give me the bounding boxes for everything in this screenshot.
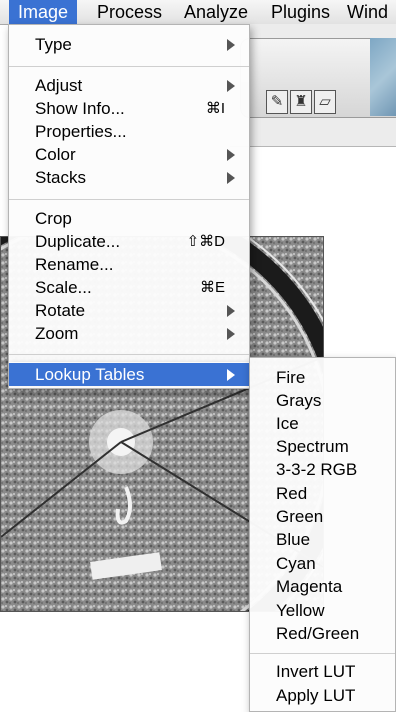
menu-bar: Image Process Analyze Plugins Wind bbox=[0, 0, 396, 25]
submenu-arrow-icon bbox=[227, 39, 235, 51]
menu-window[interactable]: Wind bbox=[347, 0, 388, 24]
menu-item-label: Scale... bbox=[35, 278, 92, 297]
menu-item-properties[interactable]: Properties... bbox=[9, 120, 249, 143]
submenu-arrow-icon bbox=[227, 172, 235, 184]
submenu-item-ice[interactable]: Ice bbox=[250, 412, 395, 435]
menu-item-label: Stacks bbox=[35, 168, 87, 187]
menu-item-crop[interactable]: Crop bbox=[9, 207, 249, 230]
submenu-item-label: Ice bbox=[276, 414, 299, 433]
menu-item-shortcut: ⌘I bbox=[205, 100, 225, 117]
menu-plugins[interactable]: Plugins bbox=[271, 0, 330, 24]
submenu-item-label: Yellow bbox=[276, 601, 325, 620]
menu-separator bbox=[9, 354, 249, 355]
toolbar-background-image bbox=[370, 38, 396, 116]
menu-item-stacks[interactable]: Stacks bbox=[9, 166, 249, 189]
menu-item-adjust[interactable]: Adjust bbox=[9, 74, 249, 97]
submenu-item-label: Cyan bbox=[276, 554, 316, 573]
submenu-item-blue[interactable]: Blue bbox=[250, 528, 395, 551]
menu-item-type[interactable]: Type bbox=[9, 33, 249, 56]
submenu-item-label: Green bbox=[276, 507, 324, 526]
submenu-arrow-icon bbox=[227, 369, 235, 381]
submenu-item-green[interactable]: Green bbox=[250, 505, 395, 528]
menu-item-label: Rename... bbox=[35, 255, 114, 274]
image-menu: Type Adjust Show Info... ⌘I Properties..… bbox=[8, 24, 250, 364]
submenu-arrow-icon bbox=[227, 305, 235, 317]
submenu-arrow-icon bbox=[227, 328, 235, 340]
submenu-item-label: Fire bbox=[276, 368, 306, 387]
brush-icon[interactable]: ♜ bbox=[290, 90, 312, 114]
submenu-item-red[interactable]: Red bbox=[250, 482, 395, 505]
submenu-arrow-icon bbox=[227, 80, 235, 92]
menu-separator bbox=[9, 66, 249, 67]
menu-item-label: Type bbox=[35, 35, 72, 54]
imagej-toolbar-window: ✎ ♜ ▱ bbox=[230, 24, 396, 147]
image-menu-lower: Lookup Tables bbox=[8, 362, 250, 389]
submenu-item-label: Red/Green bbox=[276, 624, 360, 643]
menu-item-show-info[interactable]: Show Info... ⌘I bbox=[9, 97, 249, 120]
menu-item-label: Color bbox=[35, 145, 76, 164]
submenu-item-yellow[interactable]: Yellow bbox=[250, 599, 395, 622]
submenu-item-red-green[interactable]: Red/Green bbox=[250, 622, 395, 645]
submenu-item-magenta[interactable]: Magenta bbox=[250, 575, 395, 598]
submenu-item-label: Grays bbox=[276, 391, 322, 410]
submenu-item-label: Spectrum bbox=[276, 437, 349, 456]
submenu-item-fire[interactable]: Fire bbox=[250, 366, 395, 389]
menu-item-label: Zoom bbox=[35, 324, 79, 343]
lookup-tables-submenu: Fire Grays Ice Spectrum 3-3-2 RGB Red Gr… bbox=[249, 357, 396, 712]
submenu-item-cyan[interactable]: Cyan bbox=[250, 552, 395, 575]
menu-item-label: Adjust bbox=[35, 76, 83, 95]
menu-separator bbox=[250, 653, 395, 654]
menu-item-shortcut: ⇧⌘D bbox=[186, 233, 225, 250]
menu-item-color[interactable]: Color bbox=[9, 143, 249, 166]
menu-item-label: Rotate bbox=[35, 301, 86, 320]
submenu-item-spectrum[interactable]: Spectrum bbox=[250, 435, 395, 458]
menu-item-rename[interactable]: Rename... bbox=[9, 253, 249, 276]
pencil-icon[interactable]: ✎ bbox=[266, 90, 288, 114]
menu-item-scale[interactable]: Scale... ⌘E bbox=[9, 276, 249, 299]
submenu-arrow-icon bbox=[227, 149, 235, 161]
submenu-item-invert-lut[interactable]: Invert LUT bbox=[250, 660, 395, 683]
menu-separator bbox=[9, 199, 249, 200]
submenu-item-332-rgb[interactable]: 3-3-2 RGB bbox=[250, 458, 395, 481]
submenu-item-label: 3-3-2 RGB bbox=[276, 460, 358, 479]
menu-item-label: Duplicate... bbox=[35, 232, 121, 251]
menu-item-shortcut: ⌘E bbox=[199, 279, 225, 296]
menu-item-label: Lookup Tables bbox=[35, 365, 145, 384]
menu-item-label: Properties... bbox=[35, 122, 127, 141]
submenu-item-apply-lut[interactable]: Apply LUT bbox=[250, 684, 395, 707]
submenu-item-label: Blue bbox=[276, 530, 311, 549]
submenu-item-label: Red bbox=[276, 484, 308, 503]
menu-image[interactable]: Image bbox=[9, 0, 78, 24]
menu-item-zoom[interactable]: Zoom bbox=[9, 322, 249, 345]
menu-item-label: Crop bbox=[35, 209, 72, 228]
menu-item-lookup-tables[interactable]: Lookup Tables bbox=[9, 363, 249, 386]
menu-item-duplicate[interactable]: Duplicate... ⇧⌘D bbox=[9, 230, 249, 253]
menu-process[interactable]: Process bbox=[97, 0, 162, 24]
menu-analyze[interactable]: Analyze bbox=[184, 0, 248, 24]
menu-item-label: Show Info... bbox=[35, 99, 125, 118]
menu-item-rotate[interactable]: Rotate bbox=[9, 299, 249, 322]
submenu-item-label: Apply LUT bbox=[276, 686, 356, 705]
submenu-item-grays[interactable]: Grays bbox=[250, 389, 395, 412]
submenu-item-label: Magenta bbox=[276, 577, 343, 596]
submenu-item-label: Invert LUT bbox=[276, 662, 356, 681]
eraser-icon[interactable]: ▱ bbox=[314, 90, 336, 114]
